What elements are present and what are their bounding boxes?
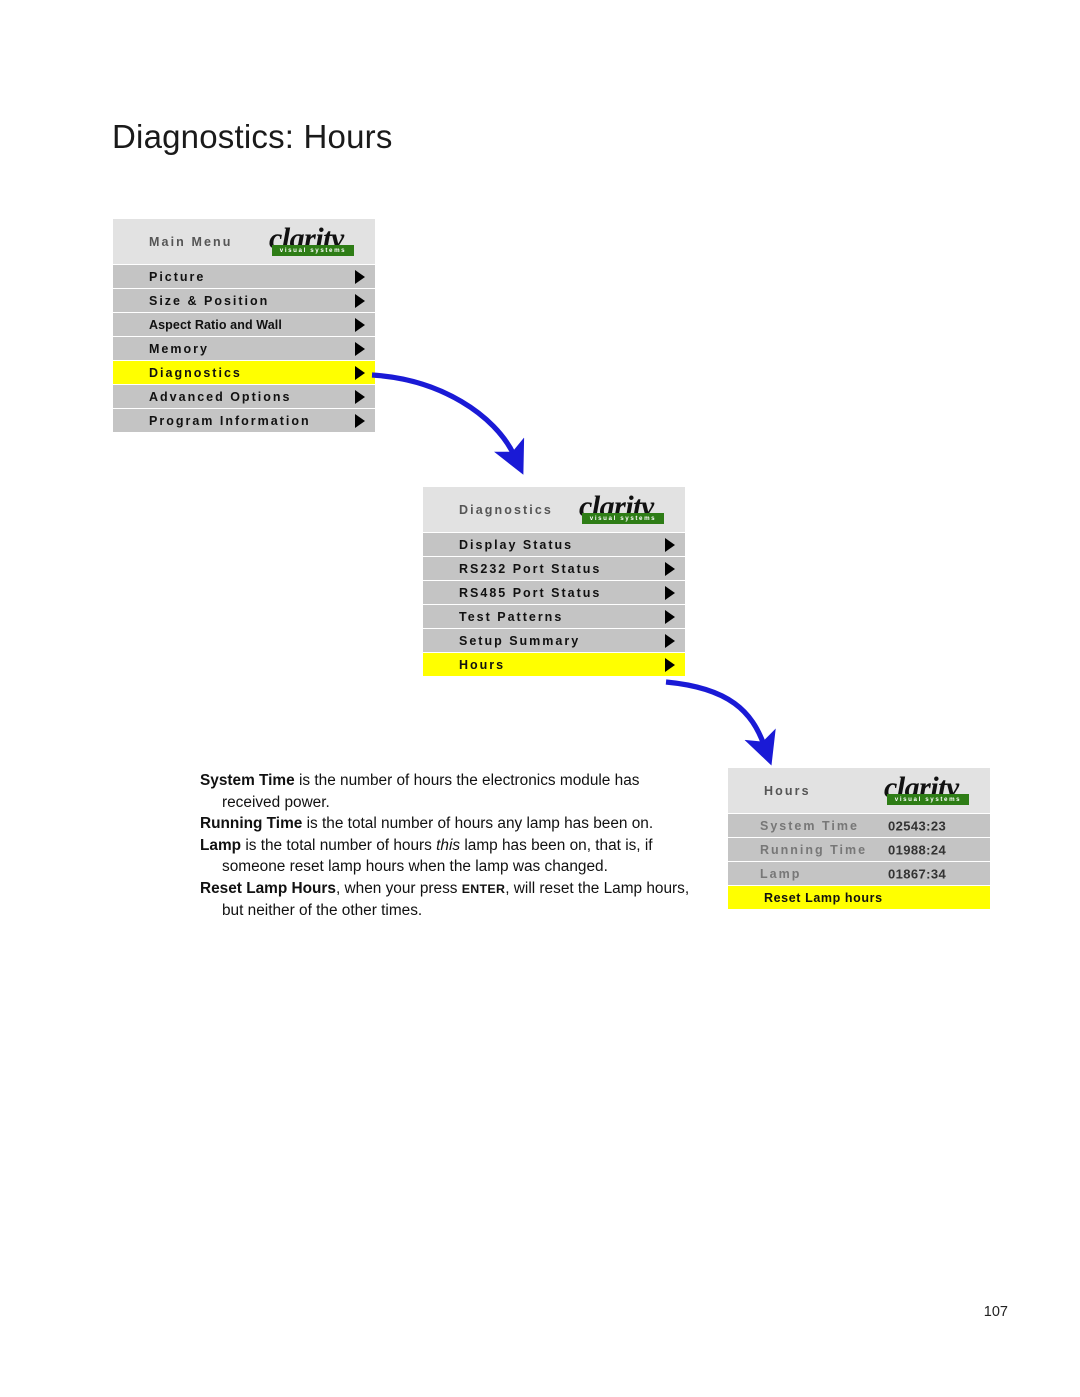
osd-menu-item-label: Hours bbox=[459, 657, 506, 672]
osd-menu-item-label: Setup Summary bbox=[459, 633, 581, 648]
osd-menu-item[interactable]: RS485 Port Status bbox=[423, 581, 685, 605]
body-paragraph: Lamp is the total number of hours this l… bbox=[200, 835, 690, 878]
chevron-right-icon bbox=[665, 609, 675, 624]
osd-menu-item[interactable]: Display Status bbox=[423, 533, 685, 557]
chevron-right-icon bbox=[355, 317, 365, 332]
osd-header-title: Hours bbox=[764, 783, 811, 798]
body-text-segment: is the total number of hours any lamp ha… bbox=[302, 815, 654, 832]
chevron-right-icon bbox=[665, 633, 675, 648]
osd-header: Main Menu clarity visual systems bbox=[113, 219, 375, 265]
osd-menu-item[interactable]: RS232 Port Status bbox=[423, 557, 685, 581]
body-text-segment: this bbox=[436, 836, 461, 854]
clarity-logo-tagline-bar: visual systems bbox=[582, 512, 664, 524]
chevron-right-icon bbox=[355, 389, 365, 404]
osd-menu-item[interactable]: Advanced Options bbox=[113, 385, 375, 409]
clarity-logo-tagline: visual systems bbox=[589, 514, 657, 522]
clarity-logo-tagline: visual systems bbox=[279, 246, 347, 254]
chevron-right-icon bbox=[355, 293, 365, 308]
chevron-right-icon bbox=[665, 537, 675, 552]
osd-menu-item-label: Memory bbox=[149, 341, 209, 356]
osd-value-row: System Time 02543:23 bbox=[728, 814, 990, 838]
osd-menu-item[interactable]: Picture bbox=[113, 265, 375, 289]
chevron-right-icon bbox=[355, 365, 365, 380]
osd-menu-item[interactable]: Aspect Ratio and Wall bbox=[113, 313, 375, 337]
osd-menu-item[interactable]: Hours bbox=[423, 653, 685, 677]
osd-menu-item[interactable]: Program Information bbox=[113, 409, 375, 433]
osd-header: Diagnostics clarity visual systems bbox=[423, 487, 685, 533]
clarity-logo: clarity visual systems bbox=[884, 772, 988, 808]
chevron-right-icon bbox=[665, 585, 675, 600]
osd-menu-item[interactable]: Test Patterns bbox=[423, 605, 685, 629]
clarity-logo-tagline: visual systems bbox=[894, 795, 962, 803]
body-description-text: System Time is the number of hours the e… bbox=[200, 770, 690, 922]
osd-menu-item[interactable]: Setup Summary bbox=[423, 629, 685, 653]
osd-header-title: Diagnostics bbox=[459, 502, 553, 517]
page-number: 107 bbox=[983, 1304, 1008, 1320]
osd-menu-item[interactable]: Size & Position bbox=[113, 289, 375, 313]
arrow-diagnostics-to-hours bbox=[665, 679, 776, 766]
body-text-segment: Lamp bbox=[200, 836, 242, 854]
osd-menu-item-label: Aspect Ratio and Wall bbox=[149, 317, 282, 332]
clarity-logo: clarity visual systems bbox=[269, 223, 373, 259]
arrow-main-to-diagnostics bbox=[371, 372, 525, 475]
osd-value-row: Running Time 01988:24 bbox=[728, 838, 990, 862]
reset-lamp-hours-button[interactable]: Reset Lamp hours bbox=[728, 886, 990, 910]
osd-menu-item[interactable]: Diagnostics bbox=[113, 361, 375, 385]
osd-value-row-value: 02543:23 bbox=[888, 818, 947, 833]
clarity-logo-tagline-bar: visual systems bbox=[272, 244, 354, 256]
osd-menu-item-label: Program Information bbox=[149, 413, 311, 428]
chevron-right-icon bbox=[665, 657, 675, 672]
osd-menu-item-label: Diagnostics bbox=[149, 365, 242, 380]
page-title: Diagnostics: Hours bbox=[112, 118, 393, 155]
body-text-segment: System Time bbox=[200, 772, 295, 789]
osd-menu-item-label: Test Patterns bbox=[459, 609, 564, 624]
osd-value-row-value: 01867:34 bbox=[888, 866, 947, 881]
osd-panel-diagnostics: Diagnostics clarity visual systems Display … bbox=[423, 487, 685, 677]
body-paragraph: System Time is the number of hours the e… bbox=[200, 770, 690, 813]
osd-header: Hours clarity visual systems bbox=[728, 768, 990, 814]
osd-value-row-value: 01988:24 bbox=[888, 842, 947, 857]
chevron-right-icon bbox=[355, 413, 365, 428]
osd-value-row-label: System Time bbox=[760, 818, 859, 833]
osd-menu-item-label: Advanced Options bbox=[149, 389, 292, 404]
body-paragraph: Reset Lamp Hours, when your press ENTER,… bbox=[200, 878, 690, 922]
osd-panel-main-menu: Main Menu clarity visual systems Picture Siz… bbox=[113, 219, 375, 433]
osd-menu-item-label: Size & Position bbox=[149, 293, 270, 308]
osd-header-title: Main Menu bbox=[149, 234, 233, 249]
body-text-segment: is the total number of hours bbox=[241, 836, 437, 854]
clarity-logo: clarity visual systems bbox=[579, 491, 683, 527]
osd-menu-item[interactable]: Memory bbox=[113, 337, 375, 361]
osd-menu-item-label: Display Status bbox=[459, 537, 574, 552]
osd-menu-item-label: RS485 Port Status bbox=[459, 585, 602, 600]
osd-menu-item-label: RS232 Port Status bbox=[459, 561, 602, 576]
body-text-segment: , when your press bbox=[335, 879, 462, 897]
osd-value-row: Lamp 01867:34 bbox=[728, 862, 990, 886]
body-paragraph: Running Time is the total number of hour… bbox=[200, 813, 690, 835]
osd-menu-item-label: Picture bbox=[149, 269, 206, 284]
chevron-right-icon bbox=[665, 561, 675, 576]
osd-panel-hours: Hours clarity visual systems System Time 025… bbox=[728, 768, 990, 910]
chevron-right-icon bbox=[355, 341, 365, 356]
arrow-overlay bbox=[371, 372, 776, 766]
reset-lamp-hours-label: Reset Lamp hours bbox=[764, 890, 883, 905]
body-text-segment: ENTER bbox=[461, 881, 506, 896]
osd-value-row-label: Lamp bbox=[760, 866, 802, 881]
body-text-segment: Running Time bbox=[200, 815, 303, 832]
clarity-logo-tagline-bar: visual systems bbox=[887, 793, 969, 805]
chevron-right-icon bbox=[355, 269, 365, 284]
body-text-segment: Reset Lamp Hours bbox=[200, 879, 336, 897]
osd-value-row-label: Running Time bbox=[760, 842, 868, 857]
